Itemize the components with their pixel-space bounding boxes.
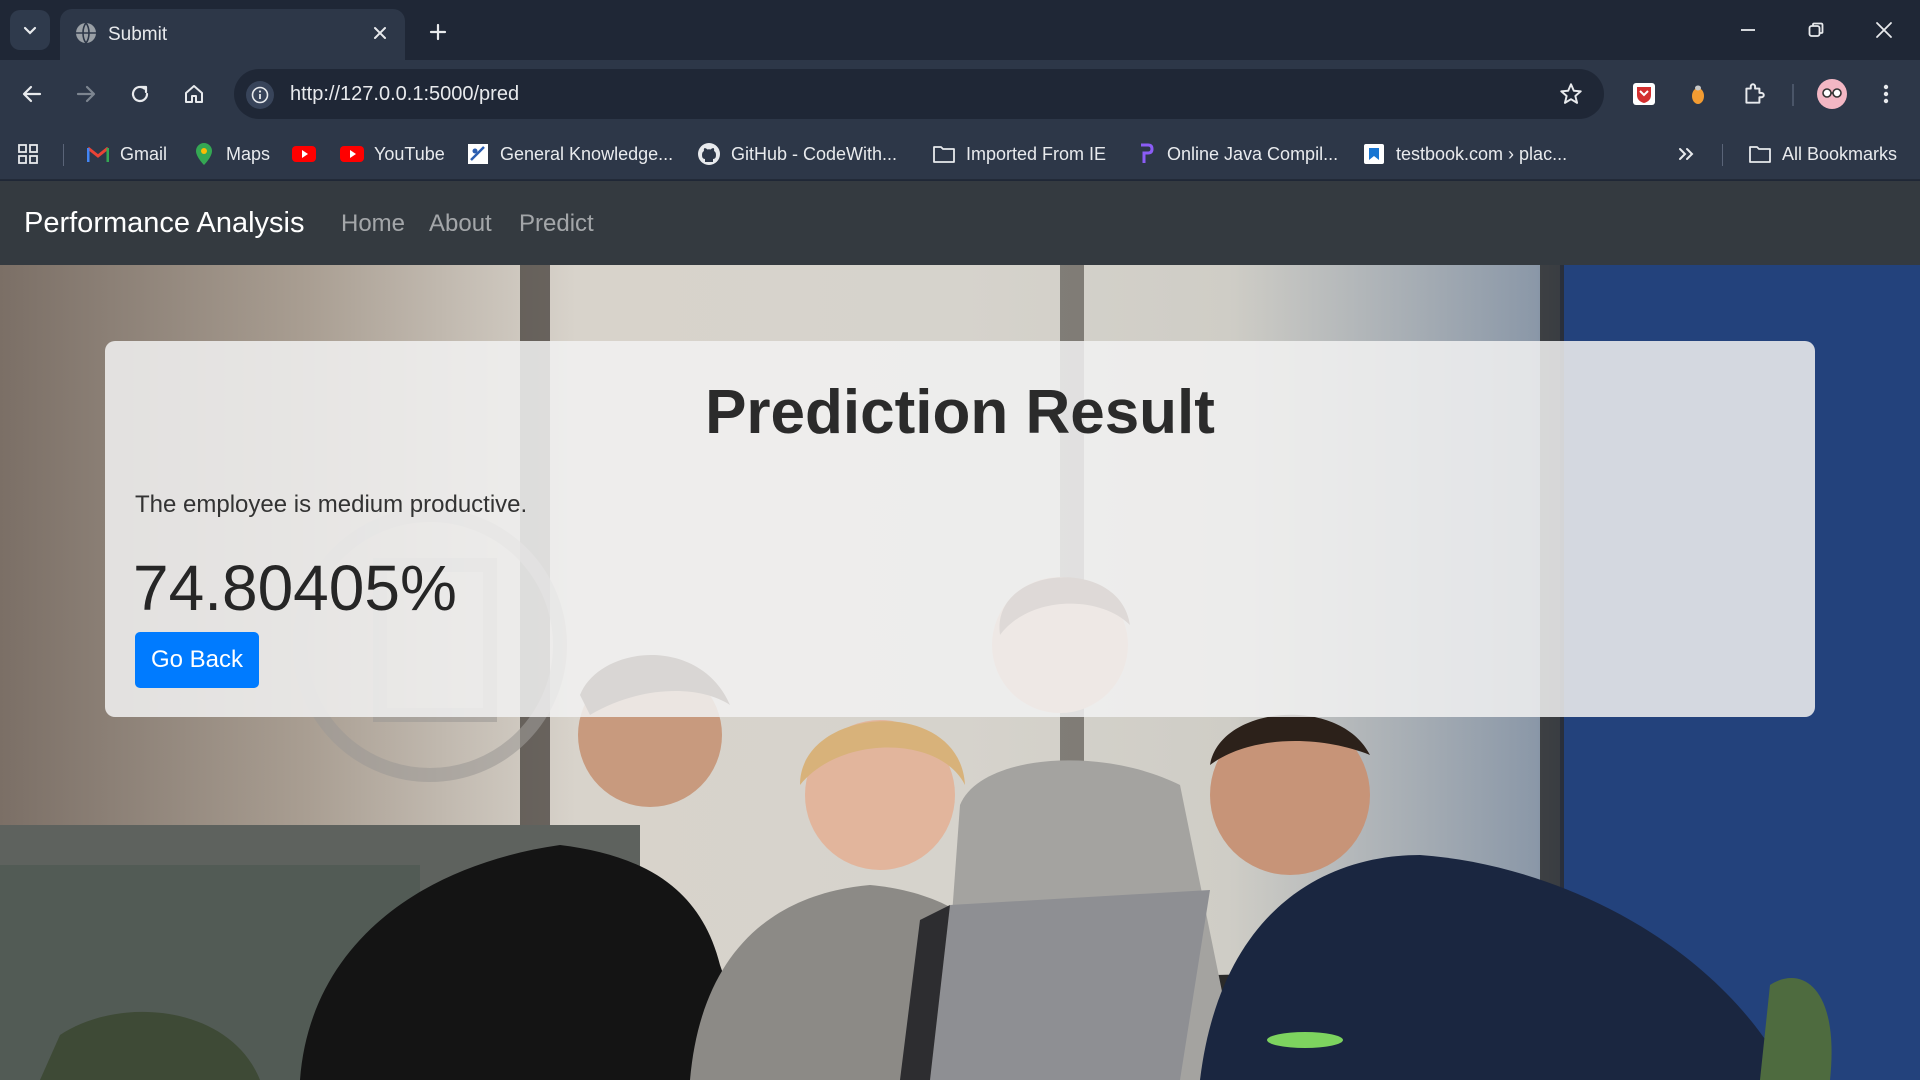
gmail-icon bbox=[86, 142, 110, 166]
folder-icon bbox=[932, 142, 956, 166]
site-info-icon[interactable] bbox=[246, 81, 274, 109]
double-chevron-right-icon bbox=[1679, 148, 1694, 160]
puzzle-icon bbox=[1745, 83, 1765, 104]
more-bookmarks-button[interactable] bbox=[1676, 140, 1696, 168]
new-tab-button[interactable] bbox=[420, 14, 456, 50]
all-bookmarks-label: All Bookmarks bbox=[1782, 143, 1898, 164]
close-window-button[interactable] bbox=[1862, 10, 1906, 50]
minimize-button[interactable] bbox=[1726, 10, 1770, 50]
bookmark-label: YouTube bbox=[374, 143, 445, 164]
nav-link-about[interactable]: About bbox=[429, 210, 492, 238]
plus-icon bbox=[429, 23, 447, 41]
bookmark-favicon bbox=[1362, 142, 1386, 166]
bookmark-label: testbook.com › plac... bbox=[1396, 143, 1568, 164]
site-navbar: Performance Analysis Home About Predict bbox=[0, 181, 1920, 265]
tab-title: Submit bbox=[108, 24, 168, 45]
globe-icon bbox=[76, 22, 96, 44]
avatar-icon bbox=[1817, 79, 1847, 109]
bookmark-github[interactable]: GitHub - CodeWith... bbox=[697, 140, 897, 168]
maps-icon bbox=[192, 142, 216, 166]
kebab-menu-icon bbox=[1883, 84, 1889, 104]
reload-button[interactable] bbox=[122, 76, 158, 112]
browser-tab-active[interactable]: Submit bbox=[60, 9, 405, 60]
bookmark-maps[interactable]: Maps bbox=[192, 140, 270, 168]
browser-menu-button[interactable] bbox=[1868, 76, 1904, 112]
extensions-button[interactable] bbox=[1736, 76, 1772, 112]
browser-tabstrip: Submit bbox=[0, 0, 1920, 60]
navbar-brand[interactable]: Performance Analysis bbox=[24, 207, 304, 240]
bookmark-label: Maps bbox=[226, 143, 271, 164]
home-button[interactable] bbox=[176, 76, 212, 112]
bookmark-folder-imported-ie[interactable]: Imported From IE bbox=[932, 140, 1106, 168]
bookmark-general-knowledge[interactable]: General Knowledge... bbox=[466, 140, 673, 168]
restore-button[interactable] bbox=[1794, 10, 1838, 50]
all-bookmarks-button[interactable]: All Bookmarks bbox=[1748, 140, 1897, 168]
bookmarks-separator bbox=[63, 144, 64, 166]
reload-icon bbox=[131, 85, 149, 103]
browser-toolbar: http://127.0.0.1:5000/pred bbox=[0, 60, 1920, 128]
youtube-icon bbox=[292, 142, 316, 166]
result-title: Prediction Result bbox=[705, 378, 1215, 447]
minimize-icon bbox=[1741, 29, 1755, 31]
extension-shield-button[interactable] bbox=[1626, 76, 1662, 112]
bookmark-label: Gmail bbox=[120, 143, 168, 164]
restore-icon bbox=[1808, 22, 1824, 37]
bookmark-testbook[interactable]: testbook.com › plac... bbox=[1362, 140, 1567, 168]
orange-extension-icon bbox=[1692, 85, 1704, 104]
extension-orange-button[interactable] bbox=[1680, 76, 1716, 112]
tab-search-button[interactable] bbox=[10, 10, 50, 50]
shield-extension-icon bbox=[1633, 83, 1655, 105]
github-icon bbox=[697, 142, 721, 166]
apps-grid-icon bbox=[18, 144, 38, 164]
apps-button[interactable] bbox=[16, 140, 40, 168]
bookmark-youtube-icon-only[interactable] bbox=[292, 140, 326, 168]
bookmark-gmail[interactable]: Gmail bbox=[86, 140, 167, 168]
folder-icon bbox=[1748, 142, 1772, 166]
bookmark-label: Online Java Compil... bbox=[1167, 143, 1339, 164]
url-text[interactable]: http://127.0.0.1:5000/pred bbox=[290, 83, 519, 106]
bookmark-label: Imported From IE bbox=[966, 143, 1107, 164]
close-tab-icon[interactable] bbox=[369, 22, 391, 44]
arrow-right-icon bbox=[76, 85, 96, 103]
result-message: The employee is medium productive. bbox=[135, 491, 528, 518]
address-bar[interactable]: http://127.0.0.1:5000/pred bbox=[234, 69, 1604, 119]
bookmark-favicon bbox=[466, 142, 490, 166]
hero-background: Prediction Result The employee is medium… bbox=[0, 265, 1920, 1080]
bookmarks-bar: Gmail Maps YouTube General Knowledge... … bbox=[0, 128, 1920, 180]
youtube-icon bbox=[340, 142, 364, 166]
bookmark-label: GitHub - CodeWith... bbox=[731, 143, 898, 164]
chevron-down-icon bbox=[23, 26, 37, 35]
go-back-button[interactable]: Go Back bbox=[135, 632, 259, 688]
back-button[interactable] bbox=[14, 76, 50, 112]
close-icon bbox=[1876, 22, 1892, 38]
bookmarks-separator bbox=[1722, 144, 1723, 166]
web-page: Performance Analysis Home About Predict bbox=[0, 181, 1920, 1080]
prediction-result-card: Prediction Result The employee is medium… bbox=[105, 341, 1815, 717]
result-percentage: 74.80405% bbox=[133, 552, 457, 624]
nav-link-predict[interactable]: Predict bbox=[519, 210, 594, 238]
bookmark-label: General Knowledge... bbox=[500, 143, 674, 164]
bookmark-youtube[interactable]: YouTube bbox=[340, 140, 445, 168]
forward-button[interactable] bbox=[68, 76, 104, 112]
home-icon bbox=[185, 85, 203, 103]
nav-link-home[interactable]: Home bbox=[341, 210, 405, 238]
arrow-left-icon bbox=[22, 85, 42, 103]
profile-button[interactable] bbox=[1814, 76, 1850, 112]
toolbar-separator bbox=[1792, 84, 1794, 106]
bookmark-favicon bbox=[1133, 142, 1157, 166]
bookmark-star-icon[interactable] bbox=[1558, 81, 1584, 107]
bookmark-online-java[interactable]: Online Java Compil... bbox=[1133, 140, 1338, 168]
